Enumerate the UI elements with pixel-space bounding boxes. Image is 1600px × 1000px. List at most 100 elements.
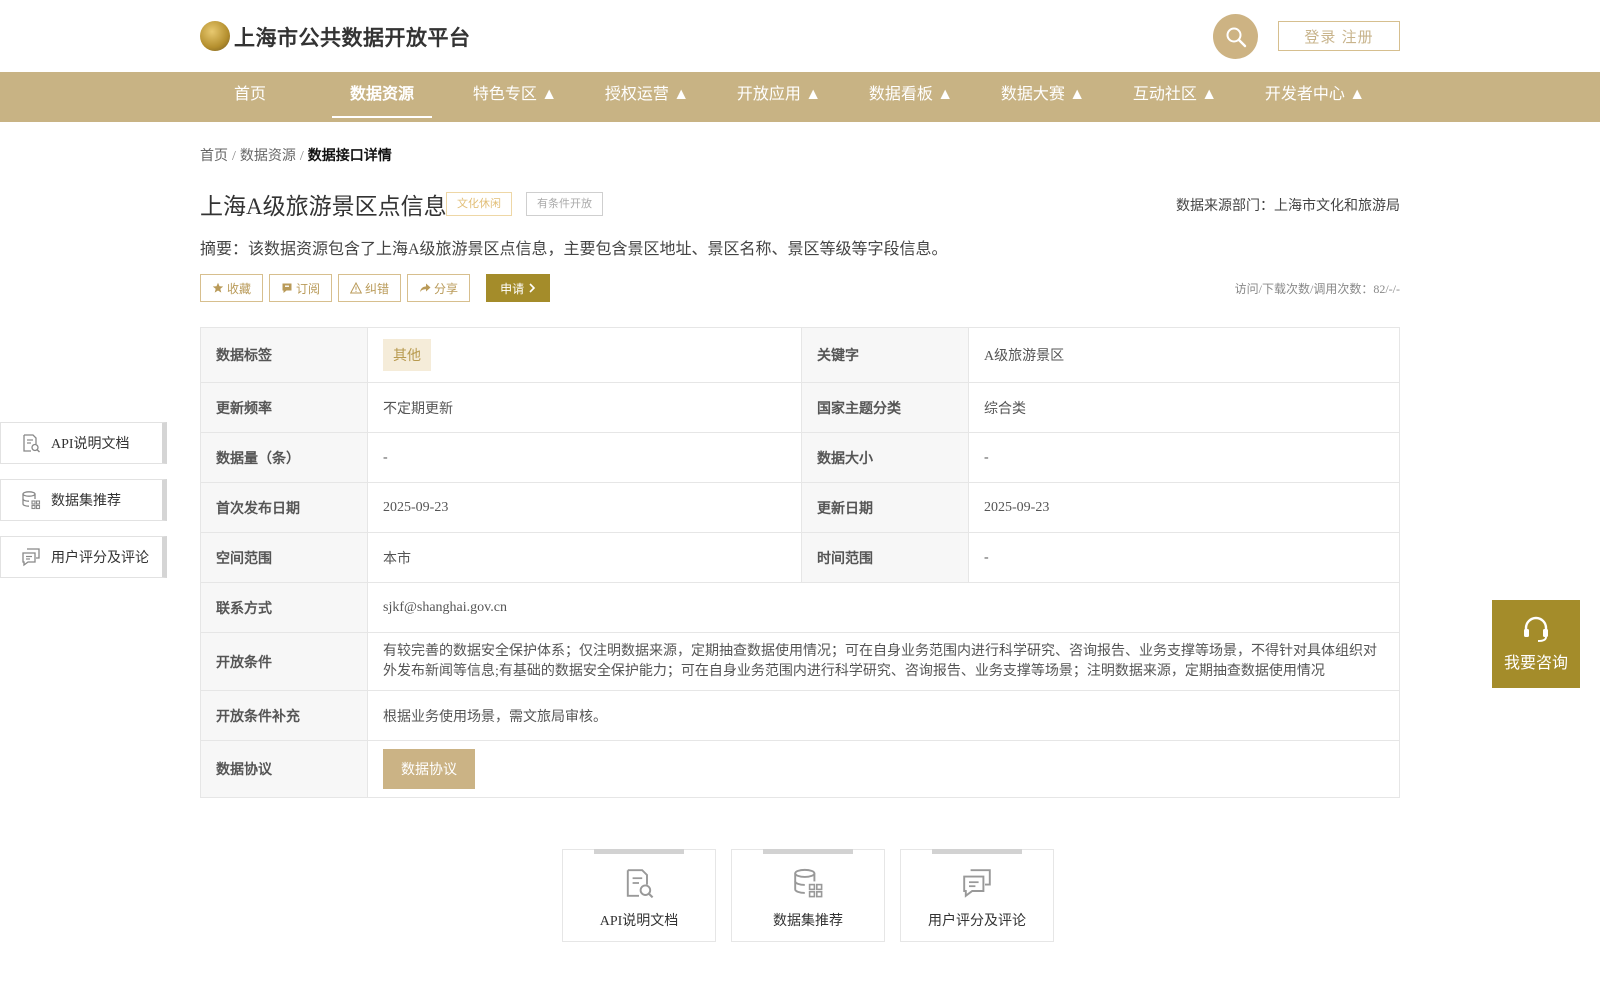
- open-condition-label: 开放条件: [200, 632, 368, 691]
- keyword-value: A级旅游景区: [968, 327, 1400, 383]
- spatial-range-label: 空间范围: [200, 532, 368, 583]
- card-top-bar: [594, 849, 684, 854]
- theme-category-value: 综合类: [968, 382, 1400, 433]
- side-api-doc-label: API说明文档: [51, 437, 130, 452]
- star-icon: [212, 282, 224, 293]
- nav-item-data-dashboard[interactable]: 数据看板 ▲: [861, 72, 961, 122]
- database-grid-icon: [794, 868, 823, 898]
- share-button[interactable]: 分享: [407, 274, 471, 302]
- data-tag-chip[interactable]: 其他: [383, 339, 431, 371]
- card-api-doc[interactable]: API说明文档: [562, 849, 716, 942]
- main-nav: 首页 数据资源 特色专区 ▲ 授权运营 ▲ 开放应用 ▲ 数据看板 ▲ 数据大赛…: [0, 72, 1600, 122]
- theme-category-label: 国家主题分类: [801, 382, 969, 433]
- table-row: 首次发布日期 2025-09-23 更新日期 2025-09-23: [200, 482, 1400, 533]
- comment-icon: [22, 548, 40, 567]
- card-review[interactable]: 用户评分及评论: [900, 849, 1054, 942]
- table-row: 联系方式 sjkf@shanghai.gov.cn: [200, 582, 1400, 633]
- open-condition-supplement-value: 根据业务使用场景，需文旅局审核。: [367, 690, 1400, 741]
- breadcrumb-home[interactable]: 首页: [200, 149, 228, 164]
- site-header: 上海市公共数据开放平台 登录 注册: [0, 0, 1600, 72]
- card-review-label: 用户评分及评论: [928, 914, 1026, 929]
- side-recommend-link[interactable]: 数据集推荐: [0, 479, 167, 521]
- data-tag-label: 数据标签: [200, 327, 368, 383]
- update-date-label: 更新日期: [801, 482, 969, 533]
- nav-item-developer-center[interactable]: 开发者中心 ▲: [1255, 72, 1375, 122]
- consult-button[interactable]: 我要咨询: [1492, 600, 1580, 688]
- site-title[interactable]: 上海市公共数据开放平台: [234, 22, 471, 52]
- nav-item-data-contest[interactable]: 数据大赛 ▲: [993, 72, 1093, 122]
- source-department: 数据来源部门：上海市文化和旅游局: [1176, 199, 1400, 214]
- dataset-info-table: 数据标签 其他 关键字 A级旅游景区 更新频率 不定期更新 国家主题分类 综合类…: [200, 327, 1400, 798]
- subscribe-button[interactable]: 订阅: [269, 274, 333, 302]
- headset-icon: [1524, 616, 1548, 642]
- time-range-label: 时间范围: [801, 532, 969, 583]
- data-protocol-button[interactable]: 数据协议: [383, 749, 475, 789]
- document-search-icon: [626, 869, 654, 899]
- data-size-value: -: [968, 432, 1400, 483]
- category-tag: 文化休闲: [446, 192, 512, 216]
- card-api-doc-label: API说明文档: [599, 914, 679, 929]
- favorite-button[interactable]: 收藏: [200, 274, 264, 302]
- page-title: 上海A级旅游景区点信息: [200, 194, 447, 219]
- update-frequency-label: 更新频率: [200, 382, 368, 433]
- nav-item-data-resources[interactable]: 数据资源: [332, 72, 432, 122]
- share-label: 分享: [434, 281, 459, 296]
- breadcrumb-separator: /: [299, 149, 304, 164]
- nav-item-community[interactable]: 互动社区 ▲: [1125, 72, 1225, 122]
- consult-label: 我要咨询: [1503, 655, 1568, 672]
- apply-label: 申请: [500, 281, 525, 296]
- table-row: 开放条件补充 根据业务使用场景，需文旅局审核。: [200, 690, 1400, 741]
- first-publish-date-label: 首次发布日期: [200, 482, 368, 533]
- table-row: 数据量（条） - 数据大小 -: [200, 432, 1400, 483]
- data-count-label: 数据量（条）: [200, 432, 368, 483]
- side-review-label: 用户评分及评论: [51, 551, 149, 566]
- card-top-bar: [763, 849, 853, 854]
- open-type-tag: 有条件开放: [526, 192, 603, 216]
- chevron-right-icon: [529, 283, 536, 293]
- data-count-value: -: [367, 432, 802, 483]
- report-error-label: 纠错: [365, 281, 390, 296]
- nav-item-home[interactable]: 首页: [212, 72, 288, 122]
- bookmark-flag-icon: [282, 283, 292, 293]
- card-recommend-label: 数据集推荐: [773, 914, 843, 929]
- side-api-doc-link[interactable]: API说明文档: [0, 422, 167, 464]
- side-recommend-label: 数据集推荐: [51, 494, 121, 509]
- warning-icon: [350, 282, 363, 294]
- table-row: 数据标签 其他 关键字 A级旅游景区: [200, 327, 1400, 383]
- card-recommend[interactable]: 数据集推荐: [731, 849, 885, 942]
- first-publish-date-value: 2025-09-23: [367, 482, 802, 533]
- contact-label: 联系方式: [200, 582, 368, 633]
- breadcrumb: 首页 / 数据资源 / 数据接口详情: [200, 145, 392, 165]
- nav-item-special-zone[interactable]: 特色专区 ▲: [465, 72, 565, 122]
- breadcrumb-current: 数据接口详情: [307, 149, 392, 164]
- favorite-label: 收藏: [227, 281, 252, 296]
- table-row: 更新频率 不定期更新 国家主题分类 综合类: [200, 382, 1400, 433]
- data-protocol-cell: 数据协议: [367, 740, 1400, 798]
- side-review-link[interactable]: 用户评分及评论: [0, 536, 167, 578]
- table-row: 数据协议 数据协议: [200, 740, 1400, 798]
- search-button[interactable]: [1213, 14, 1258, 59]
- apply-button[interactable]: 申请: [486, 274, 551, 302]
- update-date-value: 2025-09-23: [968, 482, 1400, 533]
- data-tag-cell: 其他: [367, 327, 802, 383]
- open-condition-supplement-label: 开放条件补充: [200, 690, 368, 741]
- search-icon: [1226, 27, 1246, 47]
- action-bar: 收藏 订阅 纠错 分享 申请: [200, 274, 551, 302]
- access-stats: 访问/下载次数/调用次数：82/-/-: [1234, 282, 1400, 296]
- spatial-range-value: 本市: [367, 532, 802, 583]
- breadcrumb-separator: /: [232, 149, 236, 164]
- table-row: 空间范围 本市 时间范围 -: [200, 532, 1400, 583]
- time-range-value: -: [968, 532, 1400, 583]
- data-protocol-label: 数据协议: [200, 740, 368, 798]
- breadcrumb-data-resources[interactable]: 数据资源: [240, 149, 296, 164]
- share-icon: [420, 283, 431, 293]
- login-register-button[interactable]: 登录 注册: [1278, 21, 1400, 51]
- subscribe-label: 订阅: [296, 281, 321, 296]
- nav-item-open-apps[interactable]: 开放应用 ▲: [729, 72, 829, 122]
- document-search-icon: [23, 434, 40, 453]
- dataset-summary: 摘要：该数据资源包含了上海A级旅游景区点信息，主要包含景区地址、景区名称、景区等…: [200, 241, 948, 258]
- update-frequency-value: 不定期更新: [367, 382, 802, 433]
- nav-item-authorized-ops[interactable]: 授权运营 ▲: [597, 72, 697, 122]
- report-error-button[interactable]: 纠错: [338, 274, 402, 302]
- city-seal-logo-icon[interactable]: [200, 21, 230, 51]
